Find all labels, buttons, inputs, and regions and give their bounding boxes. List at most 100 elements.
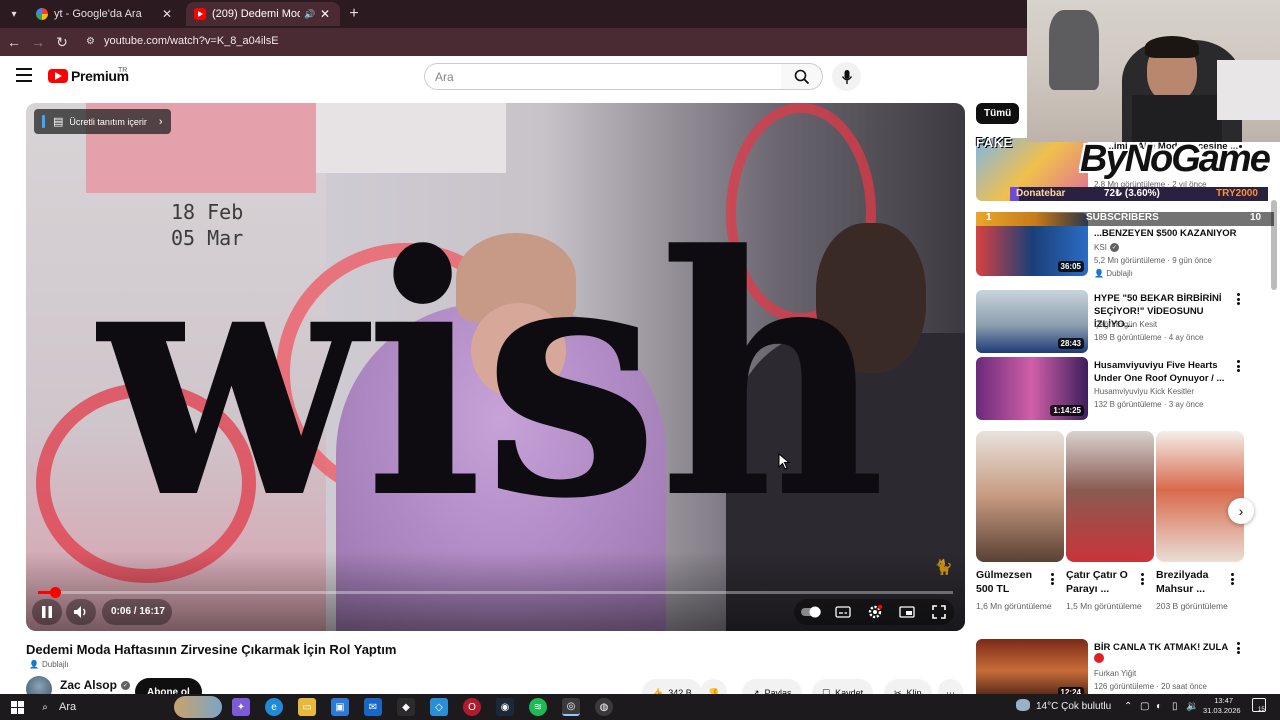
tab-google-search[interactable]: yt - Google'da Ara ✕ — [28, 2, 182, 26]
more-vert-icon[interactable] — [1228, 572, 1236, 586]
streamer-brand: ByNoGame — [1080, 138, 1271, 180]
short-video[interactable]: Gülmezsen 500 TL 1,6 Mn görüntüleme — [976, 431, 1064, 611]
more-vert-icon[interactable] — [1234, 359, 1242, 373]
tray-app-icon[interactable]: ◐ — [1156, 701, 1162, 712]
file-explorer-icon[interactable]: ▭ — [298, 698, 316, 716]
wish-logo-overlay: wish — [96, 208, 886, 508]
time-display: 0:06 / 16:17 — [111, 606, 165, 617]
video-meta: 189 B görüntüleme · 4 ay önce — [1094, 333, 1204, 342]
country-code: TR — [118, 67, 128, 74]
youtube-logo-icon — [48, 69, 68, 83]
more-vert-icon[interactable] — [1138, 572, 1146, 586]
more-vert-icon[interactable] — [1048, 572, 1056, 586]
microphone-icon — [841, 69, 852, 84]
microsoft-store-icon[interactable]: ▣ — [331, 698, 349, 716]
windows-start-icon[interactable] — [8, 698, 26, 716]
channel-line: Furkan Yiğit — [1094, 669, 1136, 678]
mouse-cursor-icon — [778, 453, 790, 470]
channel-line: Çağrı Ergün Kesit — [1094, 320, 1157, 329]
video-frame-poster — [316, 103, 506, 173]
youtube-premium-logo[interactable]: Premium — [48, 68, 129, 84]
filter-chip-all[interactable]: Tümü — [976, 103, 1020, 124]
search-button[interactable] — [781, 63, 823, 90]
google-icon — [36, 8, 48, 20]
promo-icon: ▤ — [53, 116, 64, 128]
webcam-overlay — [1027, 0, 1280, 142]
system-clock[interactable]: 13:47 31.03.2026 — [1203, 696, 1241, 716]
speaker-icon[interactable]: 🔊 — [304, 9, 315, 20]
tray-chevron-icon[interactable]: ⌃ — [1124, 701, 1132, 712]
channel-name: Çağrı Ergün Kesit — [1094, 320, 1158, 329]
tab-youtube-video[interactable]: (209) Dedemi Moda Haftas 🔊 ✕ — [186, 2, 340, 26]
video-title: Dedemi Moda Haftasının Zirvesine Çıkarma… — [26, 642, 397, 657]
back-icon[interactable]: ← — [4, 32, 24, 52]
tab-search-chevron-icon[interactable]: ▾ — [4, 4, 24, 24]
short-video[interactable]: Çatır Çatır O Parayı ... 1,5 Mn görüntül… — [1066, 431, 1154, 611]
channel-avatar — [1094, 653, 1104, 663]
site-info-icon[interactable]: ⚙ — [86, 36, 98, 48]
video-title: BİR CANLA TK ATMAK! ZULA — [1094, 642, 1229, 653]
chrome-icon[interactable]: ◎ — [562, 698, 580, 716]
new-tab-icon[interactable]: + — [344, 4, 364, 24]
settings-button[interactable] — [865, 603, 885, 621]
video-meta: 5,2 Mn görüntüleme · 9 gün önce — [1094, 256, 1212, 265]
subscriber-goal-label: SUBSCRIBERS — [1086, 212, 1159, 223]
channel-line: Husamviyuviyu Kick Kesitler — [1094, 387, 1194, 396]
security-icon[interactable]: ◆ — [397, 698, 415, 716]
channel-watermark-icon[interactable]: 🐈 — [934, 558, 953, 576]
miniplayer-button[interactable] — [897, 603, 917, 621]
volume-tray-icon[interactable]: 🔉 — [1186, 701, 1198, 712]
copilot-icon[interactable]: ✦ — [232, 698, 250, 716]
close-tab-icon[interactable]: ✕ — [318, 7, 332, 21]
fullscreen-button[interactable] — [929, 603, 949, 621]
mail-icon[interactable]: ✉ — [364, 698, 382, 716]
search-input[interactable]: Ara — [424, 63, 782, 90]
recommended-video[interactable]: 1:14:25 Husamviyuviyu Five Hearts Under … — [976, 357, 1274, 421]
shorts-next-button[interactable]: › — [1228, 498, 1254, 524]
close-tab-icon[interactable]: ✕ — [160, 7, 174, 21]
steam-icon[interactable]: ◉ — [496, 698, 514, 716]
verified-check-icon: ✓ — [1109, 243, 1119, 252]
tray-app-icon[interactable]: ▢ — [1140, 701, 1149, 712]
volume-button[interactable] — [72, 603, 90, 621]
obs-icon[interactable]: ◍ — [595, 698, 613, 716]
network-icon[interactable]: ▯ — [1172, 701, 1178, 712]
weather-icon[interactable] — [1016, 699, 1030, 711]
autoplay-toggle[interactable] — [800, 603, 822, 621]
reload-icon[interactable]: ↻ — [52, 32, 72, 52]
video-duration: 36:05 — [1057, 261, 1084, 272]
vscode-icon[interactable]: ◇ — [430, 698, 448, 716]
edge-icon[interactable]: e — [265, 698, 283, 716]
short-title: Çatır Çatır O Parayı ... — [1066, 569, 1128, 595]
pause-button[interactable] — [38, 603, 56, 621]
wish-word-text: wish — [96, 208, 886, 508]
promo-label: Ücretli tanıtım içerir — [69, 116, 147, 127]
video-player[interactable]: 18 Feb 05 Mar wish ▤ Ücretli tanıtım içe… — [26, 103, 965, 631]
taskbar-search-text[interactable]: Ara — [59, 701, 76, 713]
opera-icon[interactable]: O — [463, 698, 481, 716]
search-highlight-icon[interactable] — [174, 696, 222, 718]
short-title: Brezilyada Mahsur ... — [1156, 569, 1209, 595]
video-title: Husamviyuviyu Five Hearts Under One Roof… — [1094, 360, 1225, 384]
guide-menu-icon[interactable] — [16, 68, 32, 82]
weather-text[interactable]: 14°C Çok bulutlu — [1036, 701, 1111, 712]
paid-promotion-badge[interactable]: ▤ Ücretli tanıtım içerir › — [34, 109, 171, 134]
subtitles-icon — [835, 606, 851, 618]
subtitles-button[interactable] — [833, 603, 853, 621]
spotify-icon[interactable]: ≋ — [529, 698, 547, 716]
voice-search-button[interactable] — [832, 62, 861, 91]
search-icon — [794, 69, 809, 84]
address-field[interactable]: youtube.com/watch?v=K_8_a04ilsE — [104, 35, 279, 47]
short-video[interactable]: Brezilyada Mahsur ... 203 B görüntüleme — [1156, 431, 1244, 611]
forward-icon[interactable]: → — [28, 32, 48, 52]
more-vert-icon[interactable] — [1234, 292, 1242, 306]
channel-name: Husamviyuviyu Kick Kesitler — [1094, 387, 1195, 396]
short-thumbnail — [1066, 431, 1154, 562]
youtube-icon — [194, 8, 206, 20]
short-views: 203 B görüntüleme — [1156, 601, 1228, 611]
more-vert-icon[interactable] — [1234, 641, 1242, 655]
channel-name-link[interactable]: Zac Alsop ✓ — [60, 678, 130, 692]
recommended-video[interactable]: 28:43 HYPE "50 BEKAR BİRBİRİNİ SEÇİYOR!"… — [976, 290, 1274, 354]
taskbar-search-icon[interactable]: ⌕ — [36, 698, 54, 716]
progress-bar[interactable] — [38, 587, 953, 598]
